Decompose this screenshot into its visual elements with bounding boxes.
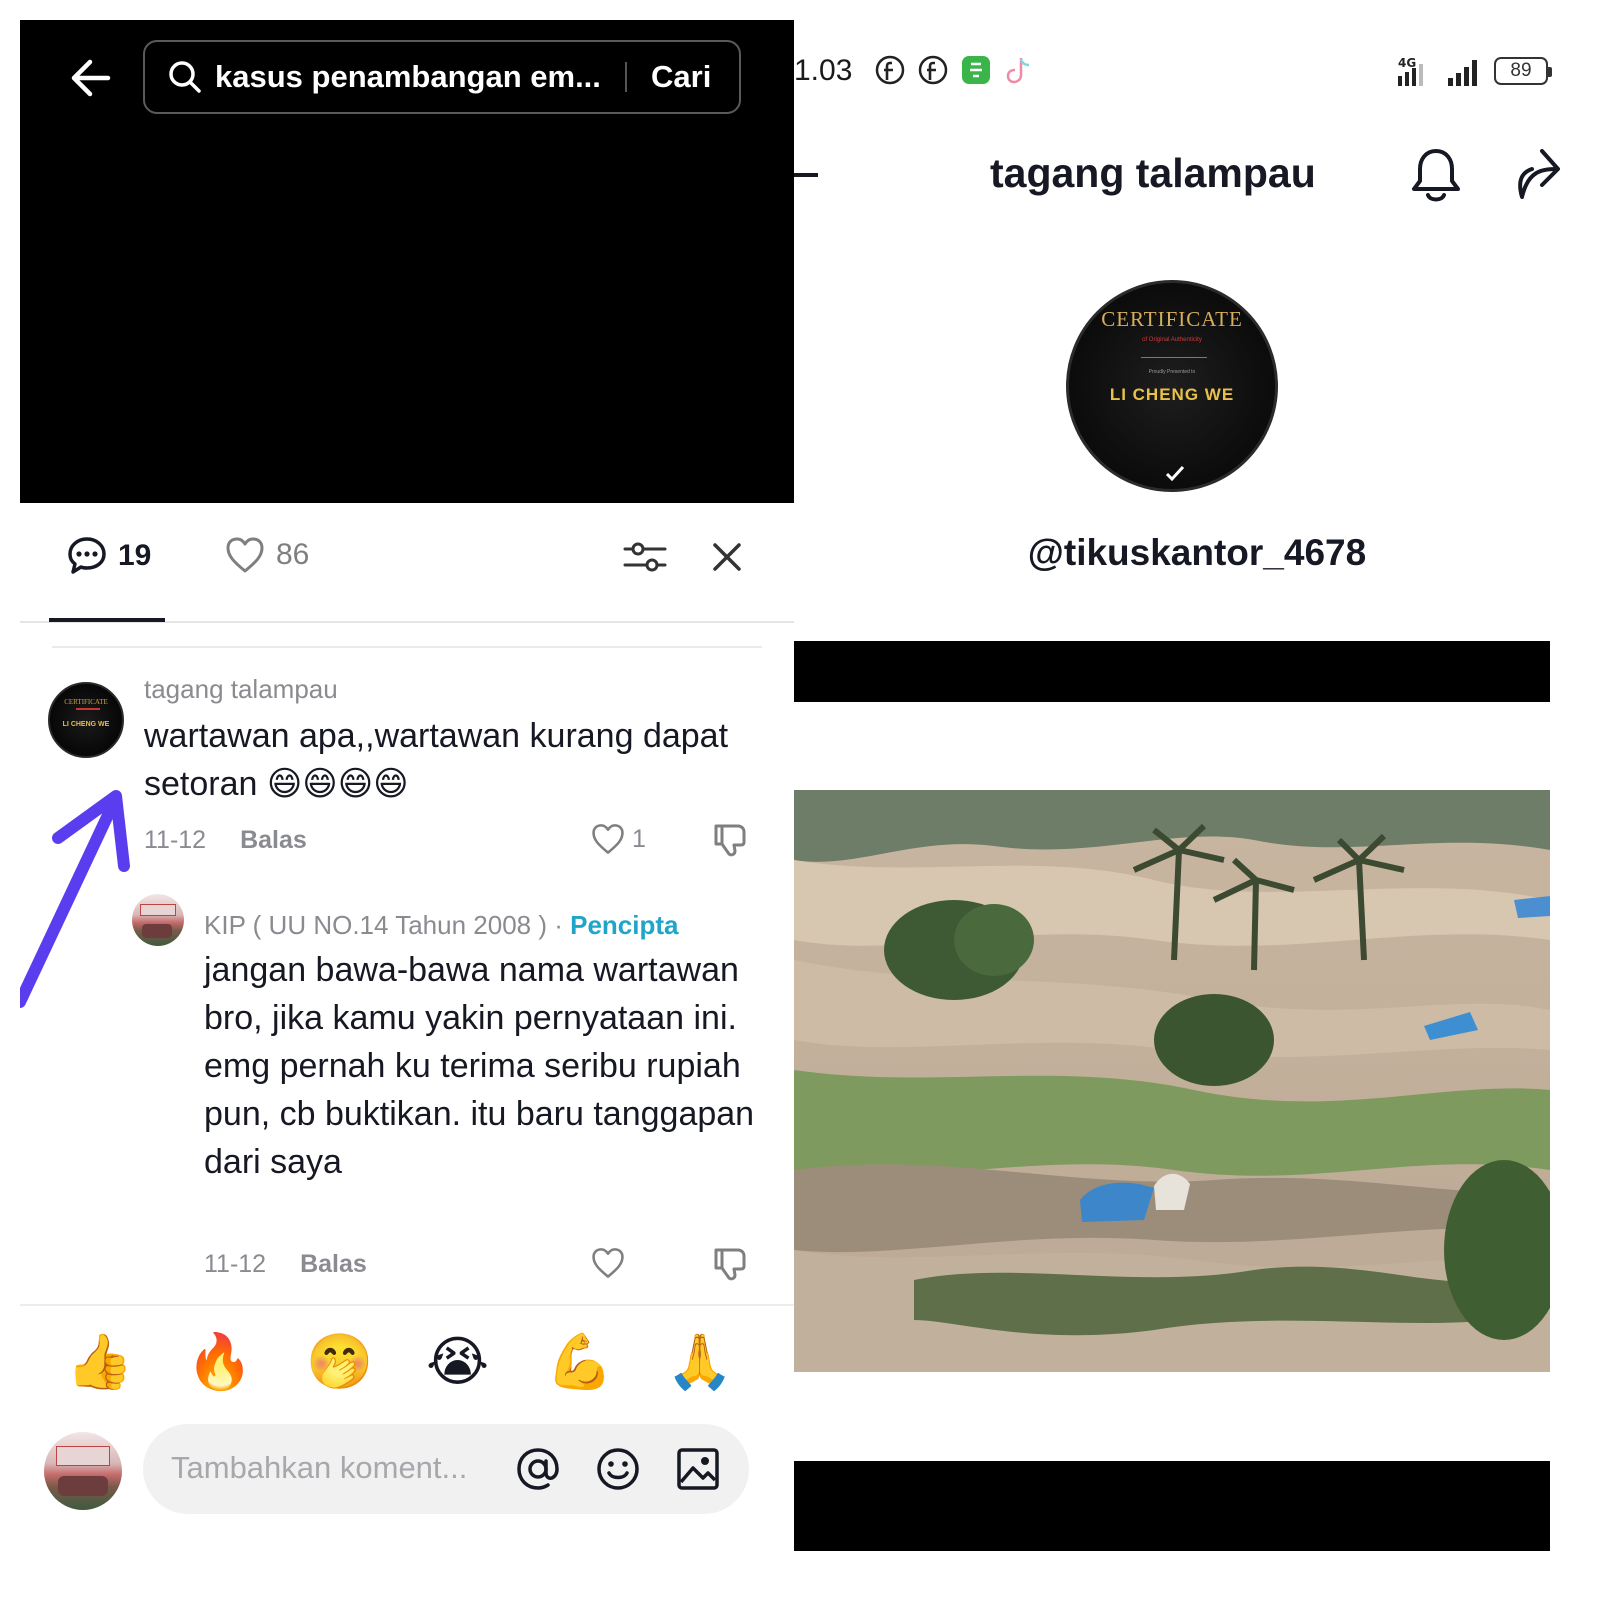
back-button[interactable] bbox=[64, 56, 116, 100]
dislike-button[interactable] bbox=[710, 1244, 750, 1289]
comment-text: jangan bawa-bawa nama wartawan bro, jika… bbox=[204, 951, 755, 1181]
sliders-icon bbox=[623, 542, 667, 572]
mention-icon[interactable] bbox=[515, 1446, 561, 1492]
comment-icon bbox=[68, 537, 106, 574]
svg-text:4G: 4G bbox=[1398, 56, 1416, 70]
close-icon bbox=[713, 543, 741, 571]
emoji-folded-hands[interactable]: 🙏 bbox=[666, 1330, 733, 1394]
reply-button[interactable]: Balas bbox=[300, 1250, 367, 1279]
video-letterbox-top bbox=[794, 641, 1550, 702]
tab-likes[interactable]: 86 bbox=[224, 535, 309, 575]
quick-emoji-bar: 👍 🔥 🤭 😭 💪 🙏 bbox=[20, 1330, 794, 1410]
comment-date: 11-12 bbox=[144, 826, 207, 854]
thumbs-down-icon bbox=[714, 824, 746, 857]
heart-icon bbox=[226, 537, 264, 573]
tab-comments[interactable]: 19 bbox=[66, 535, 151, 577]
search-icon bbox=[165, 57, 205, 97]
search-query[interactable]: kasus penambangan em... bbox=[215, 59, 615, 95]
avatar[interactable]: CERTIFICATE LI CHENG WE bbox=[48, 682, 124, 758]
reply-button[interactable]: Balas bbox=[240, 826, 307, 855]
comment-username[interactable]: KIP ( UU NO.14 Tahun 2008 ) · Pencipta bbox=[204, 910, 679, 941]
status-time: 1.03 bbox=[794, 54, 853, 87]
signal-4g-icon: 4G bbox=[1390, 54, 1434, 93]
share-icon bbox=[1518, 149, 1560, 199]
comment-like-button[interactable]: 1 bbox=[590, 822, 646, 856]
comment-date: 11-12 bbox=[204, 1250, 267, 1278]
comment-meta: 11-12 Balas bbox=[144, 826, 307, 855]
mining-site-photo[interactable] bbox=[794, 790, 1550, 1372]
comment-like-count: 1 bbox=[632, 824, 646, 853]
likes-count: 86 bbox=[276, 538, 310, 571]
emoji-smile-icon[interactable] bbox=[595, 1446, 641, 1492]
heart-icon bbox=[592, 1248, 624, 1278]
avatar[interactable] bbox=[132, 894, 184, 946]
close-button[interactable] bbox=[705, 535, 749, 579]
filter-button[interactable] bbox=[620, 535, 670, 579]
avatar-certificate-title: CERTIFICATE bbox=[1101, 307, 1243, 331]
video-letterbox-bottom bbox=[794, 1461, 1550, 1551]
comment-tabs: 19 86 bbox=[20, 503, 794, 623]
reply-comment-item: KIP ( UU NO.14 Tahun 2008 ) · Pencipta j… bbox=[20, 880, 794, 1290]
heart-icon bbox=[592, 824, 624, 854]
emoji-hand-over-mouth[interactable]: 🤭 bbox=[306, 1330, 373, 1394]
emoji-fire[interactable]: 🔥 bbox=[186, 1330, 253, 1394]
profile-handle: @tikuskantor_4678 bbox=[1027, 532, 1367, 573]
thumbs-down-icon bbox=[714, 1248, 746, 1281]
profile-screen: 1.03 4G 89 tagang talampau CERTIFICATE o… bbox=[794, 0, 1600, 1600]
comment-placeholder: Tambahkan koment... bbox=[171, 1450, 468, 1485]
app-notification-icon bbox=[960, 54, 992, 86]
dislike-button[interactable] bbox=[710, 820, 750, 865]
tiktok-icon bbox=[1003, 54, 1035, 86]
avatar-presented-text: Proudly Presented to bbox=[1148, 369, 1196, 375]
avatar-certificate-subtitle: of Original Authenticity bbox=[1142, 337, 1202, 343]
user-avatar[interactable] bbox=[44, 1432, 122, 1510]
checkmark-icon bbox=[1165, 465, 1185, 481]
battery-indicator: 89 bbox=[1494, 57, 1552, 85]
signal-strength-icon bbox=[1444, 54, 1484, 93]
notification-bell-button[interactable] bbox=[1406, 143, 1466, 205]
separator bbox=[52, 646, 762, 648]
avatar-certificate-text: CERTIFICATE bbox=[64, 698, 108, 706]
bell-icon bbox=[1412, 149, 1460, 202]
search-button[interactable]: Cari bbox=[651, 59, 711, 95]
video-player[interactable]: kasus penambangan em... Cari bbox=[20, 20, 794, 503]
comment-text: wartawan apa,,wartawan kurang dapat seto… bbox=[144, 717, 729, 803]
image-icon[interactable] bbox=[675, 1446, 721, 1492]
comment-meta: 11-12 Balas bbox=[204, 1250, 367, 1279]
facebook-icon bbox=[874, 54, 906, 86]
comment-username[interactable]: tagang talampau bbox=[144, 674, 338, 705]
emoji-flexed-biceps[interactable]: 💪 bbox=[546, 1330, 613, 1394]
comment-like-button[interactable] bbox=[590, 1246, 626, 1280]
search-bar[interactable]: kasus penambangan em... Cari bbox=[143, 40, 741, 114]
share-button[interactable] bbox=[1512, 143, 1562, 205]
emoji-crying[interactable]: 😭 bbox=[426, 1330, 489, 1393]
comments-count: 19 bbox=[118, 539, 152, 572]
facebook-icon bbox=[917, 54, 949, 86]
avatar-certificate-name: LI CHENG WE bbox=[1109, 385, 1235, 404]
reply-username: KIP ( UU NO.14 Tahun 2008 ) · bbox=[204, 910, 563, 940]
comment-input[interactable]: Tambahkan koment... bbox=[143, 1424, 749, 1514]
emoji-thumbs-up[interactable]: 👍 bbox=[66, 1330, 133, 1394]
back-button[interactable] bbox=[794, 173, 818, 177]
back-arrow-icon bbox=[71, 59, 111, 97]
avatar-divider bbox=[1141, 357, 1207, 358]
profile-avatar[interactable]: CERTIFICATE of Original Authenticity Pro… bbox=[1066, 280, 1278, 492]
profile-name: tagang talampau bbox=[990, 150, 1316, 196]
search-divider bbox=[625, 62, 627, 92]
active-tab-indicator bbox=[49, 618, 165, 622]
creator-badge: Pencipta bbox=[570, 910, 679, 940]
separator bbox=[20, 1304, 794, 1306]
comments-screen: kasus penambangan em... Cari 19 86 CERTI… bbox=[20, 20, 794, 1600]
